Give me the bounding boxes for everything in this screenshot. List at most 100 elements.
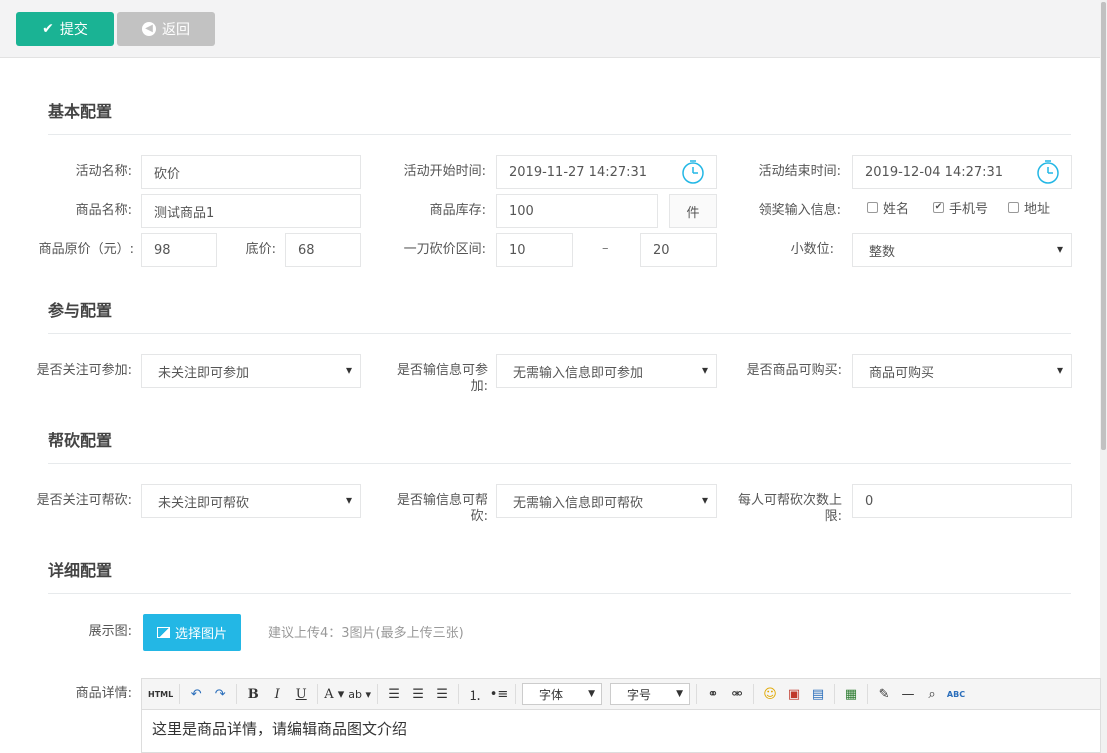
submit-label: 提交 bbox=[59, 22, 88, 38]
horizontal-rule-icon[interactable]: — bbox=[898, 684, 918, 704]
highlight-color-icon[interactable]: ab ▾ bbox=[348, 684, 371, 704]
section-title-help: 帮砍配置 bbox=[48, 431, 113, 450]
insert-table-icon[interactable]: ▦ bbox=[841, 684, 861, 704]
section-title-participate: 参与配置 bbox=[48, 301, 113, 320]
html-source-button[interactable]: HTML bbox=[148, 684, 173, 704]
back-button[interactable]: ◀ 返回 bbox=[117, 12, 215, 46]
goods-detail-label: 商品详情: bbox=[75, 686, 132, 701]
stock-label: 商品库存: bbox=[429, 203, 486, 218]
participate-buy-label: 是否商品可购买: bbox=[746, 363, 842, 378]
checkbox-name-label: 姓名 bbox=[883, 202, 910, 217]
search-replace-icon[interactable]: ⌕ bbox=[922, 684, 942, 704]
separator bbox=[317, 684, 319, 704]
clock-icon[interactable] bbox=[1035, 159, 1061, 185]
divider bbox=[48, 463, 1071, 464]
separator bbox=[458, 684, 460, 704]
checkbox-address[interactable]: 地址 bbox=[1008, 198, 1050, 217]
underline-icon[interactable]: U bbox=[291, 684, 311, 704]
section-title-detail: 详细配置 bbox=[48, 561, 113, 580]
select-image-button[interactable]: 选择图片 bbox=[143, 614, 241, 651]
participate-info-label: 是否输信息可参加: bbox=[396, 363, 488, 394]
align-left-icon[interactable]: ☰ bbox=[384, 684, 404, 704]
emoji-icon[interactable]: ☺ bbox=[760, 684, 780, 704]
chevron-down-icon: ▼ bbox=[588, 689, 596, 699]
floor-price-input[interactable]: 68 bbox=[285, 233, 361, 267]
decimal-label: 小数位: bbox=[790, 242, 834, 257]
submit-button[interactable]: ✔ 提交 bbox=[16, 12, 114, 46]
help-limit-input[interactable]: 0 bbox=[852, 484, 1072, 518]
scrollbar-thumb[interactable] bbox=[1101, 2, 1106, 450]
checkbox-checked-icon[interactable]: ✔ bbox=[933, 202, 944, 213]
checkbox-name[interactable]: 姓名 bbox=[867, 198, 909, 217]
checkbox-phone[interactable]: ✔ 手机号 bbox=[933, 198, 988, 217]
font-family-select[interactable]: 字体 ▼ bbox=[522, 683, 603, 705]
divider bbox=[48, 593, 1071, 594]
participate-buy-select[interactable]: 商品可购买 bbox=[852, 354, 1072, 388]
italic-icon[interactable]: I bbox=[267, 684, 287, 704]
activity-name-input[interactable]: 砍价 bbox=[141, 155, 361, 189]
stock-unit-addon: 件 bbox=[669, 194, 717, 228]
font-color-icon[interactable]: A ▾ bbox=[324, 684, 344, 704]
divider bbox=[48, 134, 1071, 135]
checkbox-address-label: 地址 bbox=[1024, 202, 1051, 217]
stock-input[interactable]: 100 bbox=[496, 194, 658, 228]
participate-follow-select[interactable]: 未关注即可参加 bbox=[141, 354, 361, 388]
rich-text-editor[interactable]: HTML ↶ ↷ B I U A ▾ ab ▾ ☰ ☰ ☰ ⒈ •≡ 字体 ▼ 字… bbox=[141, 678, 1101, 753]
original-price-label: 商品原价（元）: bbox=[38, 242, 134, 257]
participate-info-select[interactable]: 无需输入信息即可参加 bbox=[496, 354, 717, 388]
align-center-icon[interactable]: ☰ bbox=[408, 684, 428, 704]
image-icon bbox=[156, 627, 170, 638]
editor-content[interactable]: 这里是商品详情，请编辑商品图文介绍 bbox=[142, 710, 1100, 747]
separator bbox=[696, 684, 698, 704]
original-price-input[interactable]: 98 bbox=[141, 233, 217, 267]
start-time-input[interactable]: 2019-11-27 14:27:31 bbox=[496, 155, 717, 189]
separator bbox=[515, 684, 517, 704]
undo-icon[interactable]: ↶ bbox=[186, 684, 206, 704]
arrow-left-circle-icon: ◀ bbox=[142, 22, 156, 36]
start-time-label: 活动开始时间: bbox=[403, 164, 486, 179]
separator bbox=[834, 684, 836, 704]
separator bbox=[867, 684, 869, 704]
back-label: 返回 bbox=[162, 22, 190, 38]
ordered-list-icon[interactable]: ⒈ bbox=[465, 684, 485, 704]
help-follow-select[interactable]: 未关注即可帮砍 bbox=[141, 484, 361, 518]
prize-info-label: 领奖输入信息: bbox=[758, 203, 841, 218]
separator bbox=[377, 684, 379, 704]
chevron-down-icon: ▼ bbox=[676, 689, 684, 699]
check-icon: ✔ bbox=[42, 21, 54, 37]
separator bbox=[753, 684, 755, 704]
goods-name-input[interactable]: 测试商品1 bbox=[141, 194, 361, 228]
cut-range-max-input[interactable]: 20 bbox=[640, 233, 717, 267]
help-info-label: 是否输信息可帮砍: bbox=[396, 493, 488, 524]
cut-range-min-input[interactable]: 10 bbox=[496, 233, 573, 267]
clock-icon[interactable] bbox=[680, 159, 706, 185]
help-info-select[interactable]: 无需输入信息即可帮砍 bbox=[496, 484, 717, 518]
checkbox-icon[interactable] bbox=[1008, 202, 1019, 213]
unlink-icon[interactable]: ⚮ bbox=[727, 684, 747, 704]
align-right-icon[interactable]: ☰ bbox=[432, 684, 452, 704]
insert-video-icon[interactable]: ▤ bbox=[808, 684, 828, 704]
link-icon[interactable]: ⚭ bbox=[703, 684, 723, 704]
cut-range-label: 一刀砍价区间: bbox=[403, 242, 486, 257]
display-image-label: 展示图: bbox=[88, 624, 132, 639]
decimal-select[interactable]: 整数 bbox=[852, 233, 1072, 267]
end-time-input[interactable]: 2019-12-04 14:27:31 bbox=[852, 155, 1072, 189]
floor-price-label: 底价: bbox=[245, 242, 276, 257]
eraser-icon[interactable]: ✎ bbox=[874, 684, 894, 704]
unordered-list-icon[interactable]: •≡ bbox=[489, 684, 509, 704]
insert-image-icon[interactable]: ▣ bbox=[784, 684, 804, 704]
font-size-value: 字号 bbox=[627, 687, 652, 702]
editor-toolbar: HTML ↶ ↷ B I U A ▾ ab ▾ ☰ ☰ ☰ ⒈ •≡ 字体 ▼ 字… bbox=[142, 679, 1100, 710]
end-time-label: 活动结束时间: bbox=[758, 164, 841, 179]
font-size-select[interactable]: 字号 ▼ bbox=[610, 683, 691, 705]
separator bbox=[236, 684, 238, 704]
scrollbar[interactable] bbox=[1100, 0, 1107, 753]
bold-icon[interactable]: B bbox=[243, 684, 263, 704]
spellcheck-icon[interactable]: ABC bbox=[946, 684, 966, 704]
redo-icon[interactable]: ↷ bbox=[210, 684, 230, 704]
checkbox-icon[interactable] bbox=[867, 202, 878, 213]
activity-name-label: 活动名称: bbox=[75, 164, 132, 179]
image-hint: 建议上传4：3图片(最多上传三张) bbox=[268, 626, 464, 641]
font-family-value: 字体 bbox=[539, 687, 564, 702]
goods-name-label: 商品名称: bbox=[75, 203, 132, 218]
